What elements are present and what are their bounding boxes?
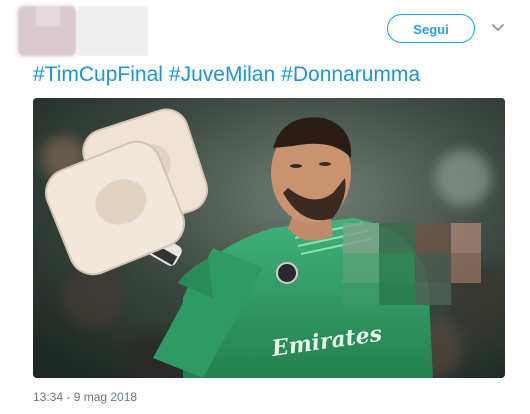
tweet-card: Segui #TimCupFinal #JuveMilan #Donnarumma — [0, 0, 530, 414]
hashtag-link[interactable]: #TimCupFinal — [33, 63, 163, 86]
user-name-blurred[interactable] — [78, 6, 148, 56]
tweet-timestamp[interactable]: 13:34 - 9 mag 2018 — [33, 390, 137, 404]
tweet-hashtags: #TimCupFinal #JuveMilan #Donnarumma — [33, 63, 426, 87]
follow-button[interactable]: Segui — [387, 14, 475, 43]
hashtag-link[interactable]: #Donnarumma — [281, 63, 420, 86]
chevron-down-icon[interactable] — [490, 21, 506, 35]
hashtag-link[interactable]: #JuveMilan — [169, 63, 275, 86]
avatar[interactable] — [18, 6, 76, 56]
tweet-photo[interactable]: Emirates — [33, 98, 505, 378]
goalkeeper-photo: Emirates — [33, 98, 505, 378]
